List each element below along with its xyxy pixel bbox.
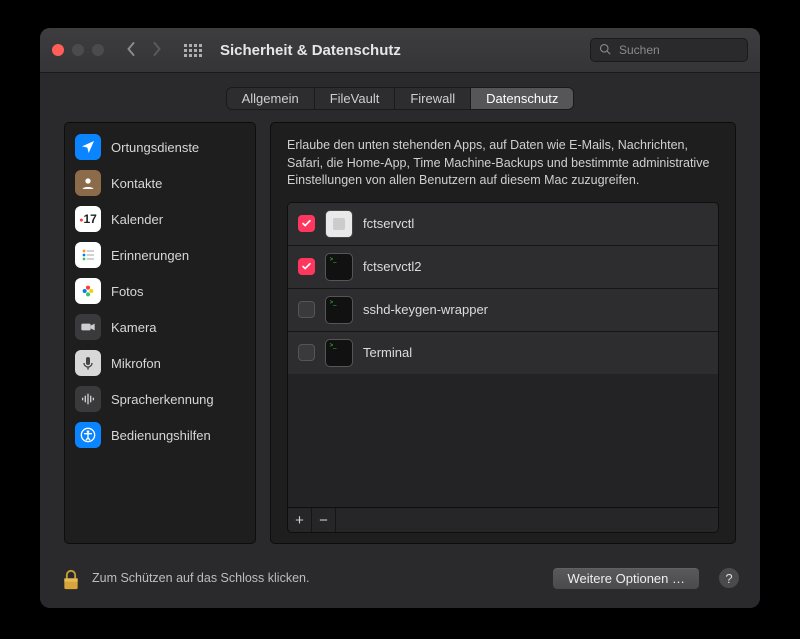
sidebar-item-label: Kalender [111, 212, 163, 227]
close-window[interactable] [52, 44, 64, 56]
app-checkbox[interactable] [298, 215, 315, 232]
search-input[interactable] [617, 42, 739, 58]
app-row[interactable]: >_ sshd-keygen-wrapper [288, 289, 718, 332]
tab-allgemein[interactable]: Allgemein [227, 88, 315, 109]
app-row[interactable]: >_ fctservctl2 [288, 246, 718, 289]
zoom-window[interactable] [92, 44, 104, 56]
app-row[interactable]: >_ Terminal [288, 332, 718, 374]
sidebar-item-label: Kontakte [111, 176, 162, 191]
app-icon: >_ [325, 296, 353, 324]
sidebar-item-location-arrow[interactable]: Ortungsdienste [65, 129, 255, 165]
app-checkbox[interactable] [298, 301, 315, 318]
app-checkbox[interactable] [298, 258, 315, 275]
waveform-icon [75, 386, 101, 412]
contacts-icon [75, 170, 101, 196]
sidebar-item-photos[interactable]: Fotos [65, 273, 255, 309]
app-list: fctservctl >_ fctservctl2 >_ sshd-keygen-wra… [287, 202, 719, 534]
search-icon [599, 43, 611, 58]
app-list-footer: + − [288, 507, 718, 532]
app-name: fctservctl [363, 216, 414, 231]
lock-icon[interactable] [60, 564, 82, 592]
category-sidebar[interactable]: Ortungsdienste Kontakte ●17 Kalender Erinner… [64, 122, 256, 544]
minimize-window[interactable] [72, 44, 84, 56]
lock-bar: Zum Schützen auf das Schloss klicken. We… [40, 554, 760, 608]
tab-datenschutz[interactable]: Datenschutz [471, 88, 573, 109]
search-field[interactable] [590, 38, 748, 62]
sidebar-item-calendar[interactable]: ●17 Kalender [65, 201, 255, 237]
mic-icon [75, 350, 101, 376]
more-options-button[interactable]: Weitere Optionen … [552, 567, 700, 590]
add-button[interactable]: + [288, 508, 312, 532]
sidebar-item-label: Fotos [111, 284, 144, 299]
lock-text: Zum Schützen auf das Schloss klicken. [92, 571, 309, 585]
accessibility-icon [75, 422, 101, 448]
app-row[interactable]: fctservctl [288, 203, 718, 246]
window-controls [52, 44, 104, 56]
camera-icon [75, 314, 101, 340]
app-icon: >_ [325, 253, 353, 281]
location-arrow-icon [75, 134, 101, 160]
nav-buttons [126, 42, 162, 59]
app-name: Terminal [363, 345, 412, 360]
show-all-icon[interactable] [184, 44, 202, 57]
sidebar-item-mic[interactable]: Mikrofon [65, 345, 255, 381]
back-button[interactable] [126, 42, 137, 59]
app-name: sshd-keygen-wrapper [363, 302, 488, 317]
window-title: Sicherheit & Datenschutz [220, 42, 401, 59]
preferences-window: Sicherheit & Datenschutz AllgemeinFileVa… [40, 28, 760, 608]
sidebar-item-label: Erinnerungen [111, 248, 189, 263]
tab-firewall[interactable]: Firewall [395, 88, 471, 109]
sidebar-item-waveform[interactable]: Spracherkennung [65, 381, 255, 417]
sidebar-item-label: Bedienungshilfen [111, 428, 211, 443]
remove-button[interactable]: − [312, 508, 336, 532]
app-icon [325, 210, 353, 238]
reminders-icon [75, 242, 101, 268]
photos-icon [75, 278, 101, 304]
app-icon: >_ [325, 339, 353, 367]
detail-panel: Erlaube den unten stehenden Apps, auf Da… [270, 122, 736, 544]
tab-filevault[interactable]: FileVault [315, 88, 396, 109]
sidebar-item-label: Ortungsdienste [111, 140, 199, 155]
calendar-icon: ●17 [75, 206, 101, 232]
app-checkbox[interactable] [298, 344, 315, 361]
sidebar-item-label: Spracherkennung [111, 392, 214, 407]
detail-description: Erlaube den unten stehenden Apps, auf Da… [287, 137, 719, 190]
forward-button[interactable] [151, 42, 162, 59]
toolbar: Sicherheit & Datenschutz [40, 28, 760, 73]
sidebar-item-label: Kamera [111, 320, 157, 335]
sidebar-item-camera[interactable]: Kamera [65, 309, 255, 345]
sidebar-item-label: Mikrofon [111, 356, 161, 371]
content: AllgemeinFileVaultFirewallDatenschutz Or… [40, 73, 760, 554]
sidebar-item-contacts[interactable]: Kontakte [65, 165, 255, 201]
sidebar-item-accessibility[interactable]: Bedienungshilfen [65, 417, 255, 453]
tab-bar: AllgemeinFileVaultFirewallDatenschutz [226, 87, 575, 110]
sidebar-item-reminders[interactable]: Erinnerungen [65, 237, 255, 273]
app-name: fctservctl2 [363, 259, 422, 274]
help-button[interactable]: ? [718, 567, 740, 589]
app-list-rows[interactable]: fctservctl >_ fctservctl2 >_ sshd-keygen-wra… [288, 203, 718, 508]
